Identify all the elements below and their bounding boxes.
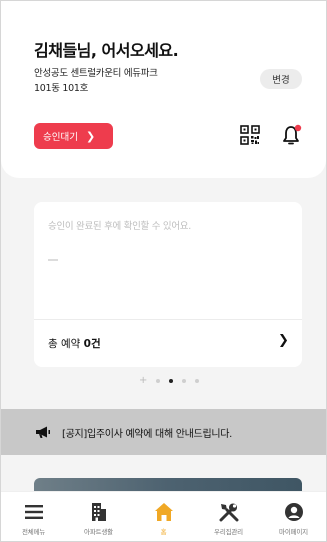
reservation-total-label: 총 예약 — [48, 338, 81, 350]
pager-dot-active[interactable] — [169, 379, 174, 383]
apartment-address: 안성공도 센트럴카운티 에듀파크 101동 101호 — [34, 66, 158, 96]
home-icon — [154, 503, 173, 521]
pager-dot[interactable] — [195, 379, 200, 383]
menu-icon — [24, 505, 43, 519]
app-screen: 김채들님, 어서오세요. 안성공도 센트럴카운티 에듀파크 101동 101호 … — [0, 0, 327, 542]
address-unit: 101동 101호 — [34, 83, 89, 94]
nav-apartment-life[interactable]: 아파트생활 — [66, 492, 131, 541]
reservation-total-count: 0건 — [83, 338, 101, 350]
nav-label: 홈 — [160, 528, 167, 536]
pending-approval-label: 승인대기 — [43, 132, 78, 143]
reservation-total[interactable]: 총 예약 0건 — [48, 336, 101, 351]
nav-home-care[interactable]: 우리집관리 — [196, 492, 261, 541]
qr-code-icon[interactable] — [240, 125, 260, 145]
tools-icon — [219, 503, 238, 522]
card-pager: + — [139, 376, 200, 386]
pager-dot[interactable] — [156, 379, 161, 383]
building-icon — [91, 503, 106, 521]
welcome-title: 김채들님, 어서오세요. — [34, 41, 179, 60]
nav-label: 마이페이지 — [279, 528, 308, 536]
nav-home[interactable]: 홈 — [131, 492, 196, 541]
address-complex: 안성공도 센트럴카운티 에듀파크 — [34, 68, 158, 79]
chevron-right-icon: ❯ — [85, 129, 96, 143]
reservation-divider — [34, 319, 302, 320]
bottom-nav: 전체메뉴 아파트생활 홈 우리집관리 마이페이지 — [1, 491, 326, 541]
notification-bell-icon[interactable] — [281, 123, 303, 147]
add-card-icon[interactable]: + — [139, 376, 147, 386]
reservation-card: 승인이 완료된 후에 확인할 수 있어요. 총 예약 0건 ❯ — [34, 202, 302, 367]
nav-label: 아파트생활 — [84, 528, 113, 536]
home-header: 김채들님, 어서오세요. 안성공도 센트럴카운티 에듀파크 101동 101호 … — [1, 1, 326, 178]
megaphone-icon — [36, 426, 50, 438]
nav-all-menu[interactable]: 전체메뉴 — [1, 492, 66, 541]
chevron-right-icon[interactable]: ❯ — [278, 333, 289, 348]
nav-label: 전체메뉴 — [21, 528, 46, 536]
change-unit-button[interactable]: 변경 — [260, 69, 302, 89]
pager-dot[interactable] — [182, 379, 187, 383]
nav-my-page[interactable]: 마이페이지 — [261, 492, 326, 541]
user-icon — [284, 503, 303, 521]
notice-bar[interactable]: [공지]입주이사 예약에 대해 안내드립니다. — [1, 409, 326, 455]
reservation-pending-message: 승인이 완료된 후에 확인할 수 있어요. — [48, 221, 191, 232]
pending-approval-button[interactable]: 승인대기 ❯ — [34, 123, 113, 149]
reservation-placeholder-dash — [48, 259, 58, 261]
notice-text: [공지]입주이사 예약에 대해 안내드립니다. — [62, 429, 233, 440]
nav-label: 우리집관리 — [214, 528, 243, 536]
